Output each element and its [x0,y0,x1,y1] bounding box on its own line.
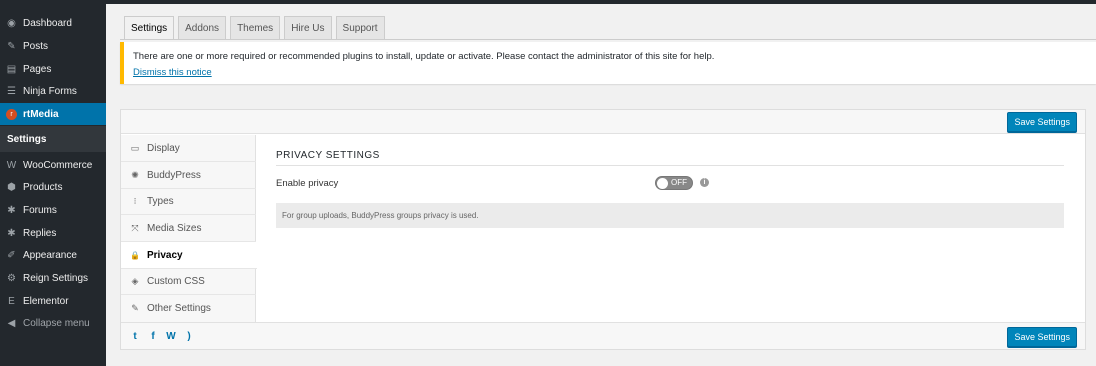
forums-icon: ✱ [7,204,16,216]
menu-label: Collapse menu [23,317,90,329]
twitter-icon[interactable]: t [129,330,141,342]
menu-item-woocommerce[interactable]: W WooCommerce [0,154,106,176]
nav-label: Privacy [147,249,183,261]
collapse-menu-button[interactable]: ◀ Collapse menu [0,312,106,334]
enable-privacy-toggle[interactable]: OFF [655,176,693,190]
social-links: t f W ) [129,330,195,342]
settings-panel: Save Settings ▭ Display ✺ BuddyPress ⁝ T… [120,109,1086,350]
buddypress-icon: ✺ [131,169,139,180]
css-icon: ◈ [131,275,139,286]
settings-nav: ▭ Display ✺ BuddyPress ⁝ Types ⤧ Media S… [121,135,257,322]
menu-item-reign-settings[interactable]: ⚙ Reign Settings [0,267,106,289]
nav-item-custom-css[interactable]: ◈ Custom CSS [121,268,256,295]
tab-support[interactable]: Support [335,16,385,40]
admin-bar [0,0,1096,4]
save-settings-button-bottom[interactable]: Save Settings [1007,327,1077,347]
nav-label: BuddyPress [147,169,201,181]
rss-icon[interactable]: ) [183,330,195,342]
nav-label: Media Sizes [147,222,202,234]
gear-icon: ⚙ [7,272,16,284]
nav-item-display[interactable]: ▭ Display [121,135,256,162]
dismiss-notice-link[interactable]: Dismiss this notice [133,67,212,78]
menu-label: WooCommerce [23,159,93,171]
nav-label: Types [147,195,174,207]
lock-icon: 🔒 [130,250,140,260]
forms-icon: ☰ [7,85,16,97]
panel-footer: t f W ) Save Settings [121,322,1085,349]
rtmedia-icon: r [5,108,18,121]
nav-item-privacy[interactable]: 🔒 Privacy [121,242,257,269]
menu-item-dashboard[interactable]: ◉ Dashboard [0,12,106,34]
resize-icon: ⤧ [131,222,139,233]
nav-item-buddypress[interactable]: ✺ BuddyPress [121,162,256,189]
enable-privacy-label: Enable privacy [276,178,339,189]
menu-label: Pages [23,63,52,75]
menu-item-ninja-forms[interactable]: ☰ Ninja Forms [0,80,106,102]
notice-text: There are one or more required or recomm… [133,51,715,62]
menu-item-pages[interactable]: ▤ Pages [0,58,106,80]
tab-hire-us[interactable]: Hire Us [284,16,332,40]
submenu-item-settings[interactable]: Settings [0,126,106,152]
woocommerce-icon: W [6,159,17,171]
nav-item-media-sizes[interactable]: ⤧ Media Sizes [121,215,256,242]
menu-item-products[interactable]: ⬢ Products [0,176,106,198]
menu-label: Replies [23,227,57,239]
menu-label: Reign Settings [23,272,89,284]
nav-item-types[interactable]: ⁝ Types [121,188,256,215]
nav-label: Custom CSS [147,275,205,287]
wrench-icon: ✎ [131,303,139,313]
tab-divider [120,39,1096,40]
nav-label: Other Settings [147,303,211,314]
products-icon: ⬢ [7,181,16,193]
plugin-notice: There are one or more required or recomm… [120,42,1096,84]
admin-sidebar: ◉ Dashboard ✎ Posts ▤ Pages ☰ Ninja Form… [0,0,106,366]
menu-item-forums[interactable]: ✱ Forums [0,199,106,221]
tab-settings[interactable]: Settings [124,16,175,40]
menu-label: rtMedia [23,108,59,120]
menu-item-appearance[interactable]: ✐ Appearance [0,244,106,266]
toggle-state: OFF [671,178,687,187]
menu-label: Dashboard [23,17,72,29]
menu-label: Appearance [23,249,77,261]
panel-header: Save Settings [121,110,1085,134]
privacy-info-text: For group uploads, BuddyPress groups pri… [276,203,1064,228]
pin-icon: ✎ [7,40,16,52]
menu-item-posts[interactable]: ✎ Posts [0,35,106,57]
dashboard-icon: ◉ [7,17,16,29]
tab-addons[interactable]: Addons [178,16,227,40]
menu-label: Products [23,181,63,193]
menu-label: Elementor [23,295,69,307]
menu-label: Ninja Forms [23,85,77,97]
menu-item-rtmedia[interactable]: r rtMedia [0,103,106,125]
save-settings-button-top[interactable]: Save Settings [1007,112,1077,132]
facebook-icon[interactable]: f [147,330,159,342]
types-icon: ⁝ [133,195,137,206]
collapse-icon: ◀ [7,317,16,329]
pages-icon: ▤ [6,63,17,75]
elementor-icon: E [8,295,15,307]
nav-label: Display [147,142,180,154]
info-icon[interactable]: i [700,178,709,187]
menu-label: Forums [23,204,57,216]
monitor-icon: ▭ [130,142,140,153]
wordpress-icon[interactable]: W [165,330,177,342]
menu-item-replies[interactable]: ✱ Replies [0,222,106,244]
menu-item-elementor[interactable]: E Elementor [0,290,106,312]
nav-item-other-settings[interactable]: ✎ Other Settings [121,295,256,322]
menu-label: Posts [23,40,49,52]
settings-tabs: Settings Addons Themes Hire Us Support [124,16,389,40]
brush-icon: ✐ [7,249,16,261]
replies-icon: ✱ [7,227,16,239]
tab-themes[interactable]: Themes [230,16,281,40]
section-title: PRIVACY SETTINGS [276,150,1064,166]
toggle-knob [657,178,668,189]
